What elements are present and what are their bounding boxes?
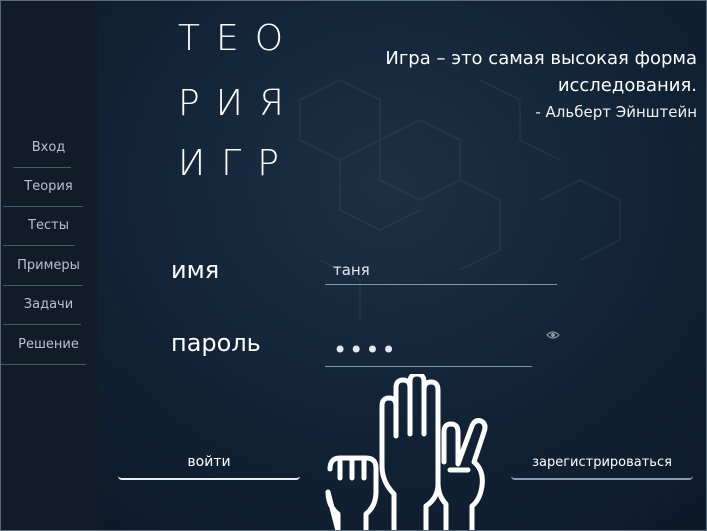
sidebar-item-theory[interactable]: Теория: [0, 179, 97, 209]
sidebar-item-label: Примеры: [17, 258, 80, 273]
raised-hands-illustration: [325, 374, 488, 531]
sidebar: Вход Теория Тесты Примеры Задачи Решение: [0, 0, 97, 531]
register-button[interactable]: зарегистрироваться: [511, 446, 693, 480]
sidebar-item-solution[interactable]: Решение: [0, 337, 97, 367]
sidebar-item-label: Решение: [18, 337, 79, 352]
quote-author: - Альберт Эйнштейн: [535, 103, 697, 121]
eye-icon[interactable]: [546, 330, 560, 340]
quote-line-1: Игра – это самая высокая форма: [385, 48, 697, 69]
sidebar-item-login[interactable]: Вход: [0, 140, 97, 170]
password-input[interactable]: [325, 333, 532, 367]
sidebar-item-tasks[interactable]: Задачи: [0, 297, 97, 327]
name-label: имя: [171, 256, 220, 284]
sidebar-item-examples[interactable]: Примеры: [0, 258, 97, 288]
sidebar-item-label: Вход: [31, 140, 66, 155]
sidebar-item-tests[interactable]: Тесты: [0, 218, 97, 248]
logo-title-line-2: РИЯ: [178, 83, 300, 124]
name-input[interactable]: [325, 255, 557, 285]
logo-title-line-3: ИГР: [178, 143, 295, 184]
sidebar-item-label: Задачи: [23, 297, 74, 312]
sidebar-item-label: Теория: [24, 179, 73, 194]
quote-line-2: исследования.: [557, 75, 697, 96]
login-button[interactable]: войти: [118, 446, 300, 480]
sidebar-item-label: Тесты: [28, 218, 69, 233]
quote: Игра – это самая высокая форма исследова…: [357, 45, 697, 125]
password-label: пароль: [171, 329, 261, 357]
logo-title-line-1: ТЕО: [178, 18, 300, 59]
